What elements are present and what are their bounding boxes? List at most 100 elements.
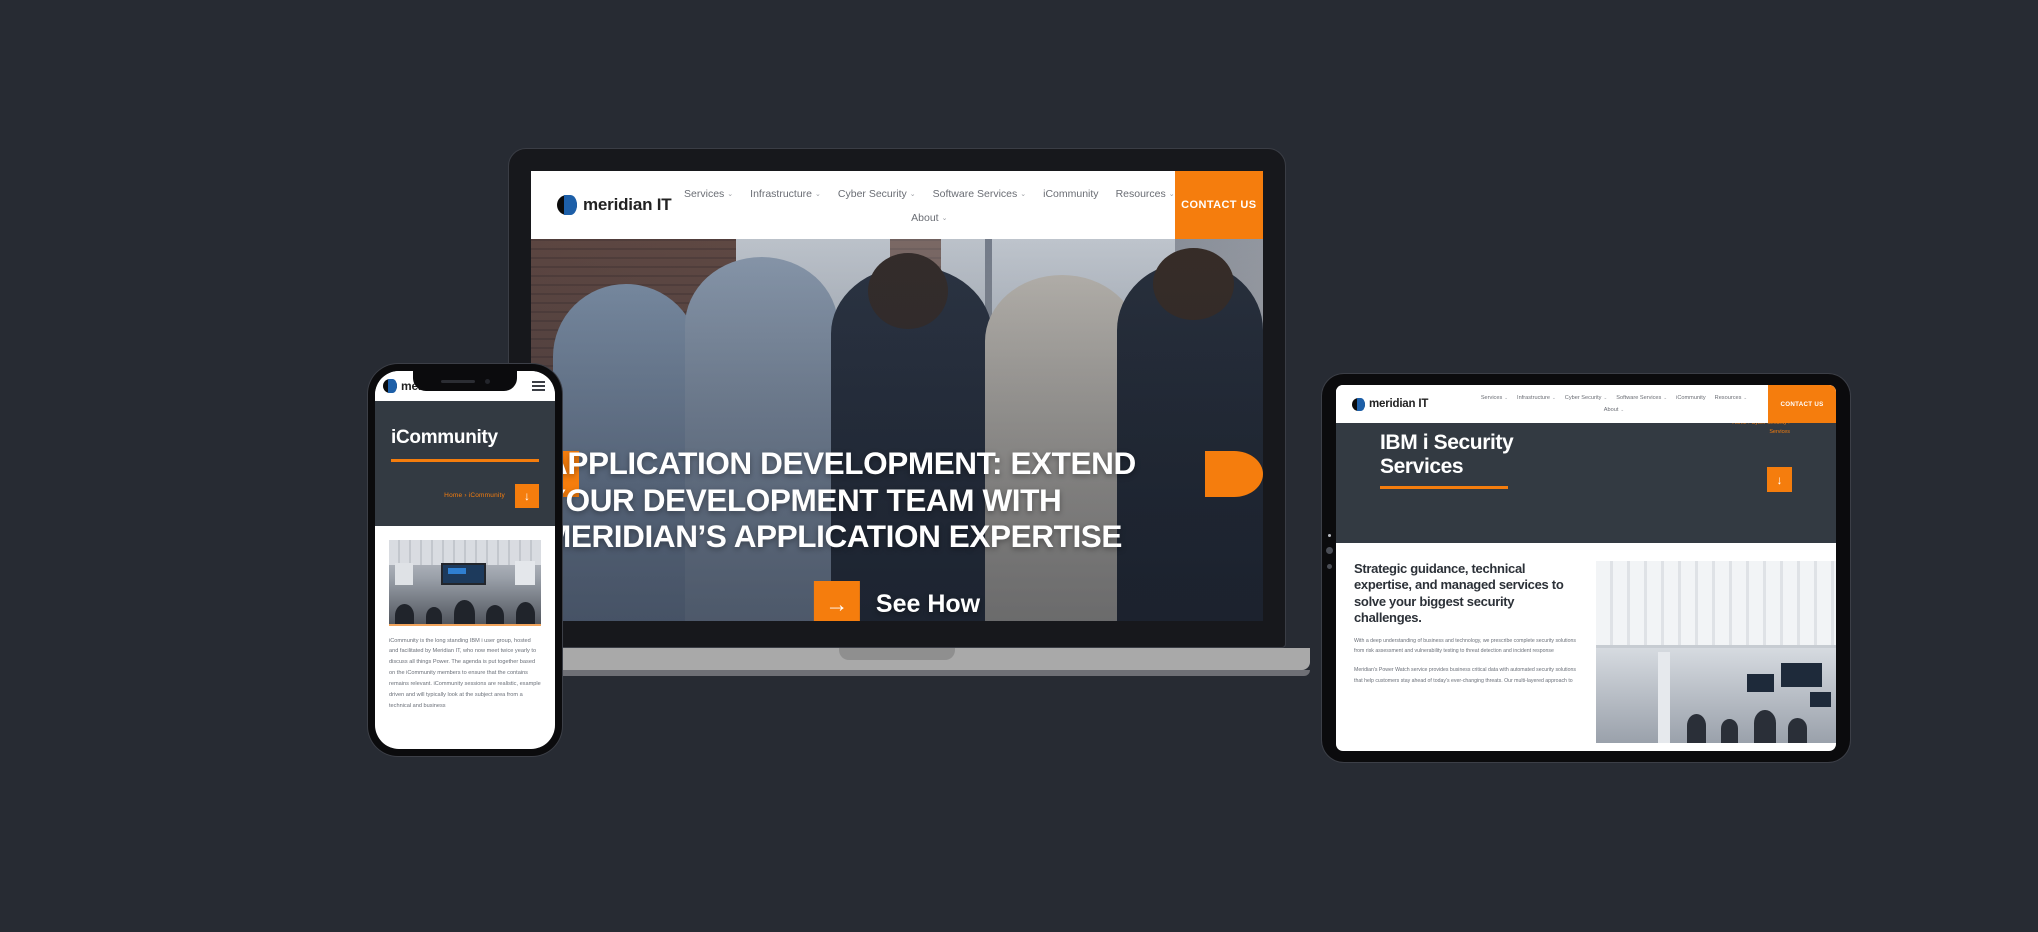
tablet-paragraph-1: With a deep understanding of business an… (1354, 637, 1576, 654)
nav-item-cyber-security[interactable]: Cyber Security ⌄ (838, 188, 916, 200)
laptop-screen: meridian IT Services ⌄ Infrastructure ⌄ Cy… (531, 171, 1263, 621)
photo-panel-left (395, 563, 414, 585)
arrow-down-icon[interactable]: ↓ (1767, 467, 1792, 492)
nav-row-primary: Services ⌄ Infrastructure ⌄ Cyber Security… (684, 188, 1175, 200)
nav-item-software-services[interactable]: Software Services ⌄ (933, 188, 1027, 200)
tablet-device-mockup: meridian IT Services ⌄ Infrastructure ⌄ Cy… (1322, 374, 1850, 762)
contact-us-button[interactable]: CONTACT US (1174, 171, 1263, 239)
arrow-down-icon[interactable]: ↓ (515, 483, 539, 508)
phone-hero: iCommunity Home › iCommunity ↓ (375, 401, 555, 526)
nav-label: Cyber Security (837, 188, 907, 200)
canvas: meridian IT Services ⌄ Infrastructure ⌄ Cy… (0, 0, 2038, 932)
nav-item-infrastructure[interactable]: Infrastructure ⌄ (750, 188, 821, 200)
nav-label: Resources (1115, 188, 1166, 200)
photo-panel-right (515, 561, 535, 585)
nav-label: About (911, 212, 939, 224)
nav-label: iCommunity (1043, 188, 1099, 200)
nav-row-secondary: About ⌄ (1604, 407, 1624, 413)
arrow-right-icon[interactable]: → (813, 581, 860, 621)
tablet-sensor-cluster (1326, 534, 1333, 569)
tablet-screen: meridian IT Services ⌄ Infrastructure ⌄ Cy… (1336, 385, 1836, 751)
see-how-cta[interactable]: → See How (813, 581, 981, 621)
phone-content-section: iCommunity is the long standing IBM i us… (375, 525, 555, 712)
photo-monitor (1809, 692, 1832, 707)
breadcrumb-line-2: Services (1769, 429, 1790, 436)
tablet-nav-links: Services ⌄ Infrastructure ⌄ Cyber Security… (1460, 385, 1768, 423)
tablet-logo[interactable]: meridian IT (1336, 385, 1460, 423)
tablet-paragraph-2: Meridian's Power Watch service provides … (1354, 667, 1576, 684)
nav-row-primary: Services ⌄ Infrastructure ⌄ Cyber Security… (1481, 395, 1747, 401)
brand-name: meridian IT (583, 195, 672, 214)
speaker-icon (440, 379, 475, 383)
nav-item-services[interactable]: Services ⌄ (684, 188, 733, 200)
nav-label: Services (684, 188, 725, 200)
title-underline (391, 459, 539, 462)
laptop-nav-links: Services ⌄ Infrastructure ⌄ Cyber Security… (684, 171, 1175, 239)
meridian-circle-logo-icon (557, 195, 577, 215)
chevron-down-icon: ⌄ (909, 191, 916, 198)
photo-column (1658, 652, 1671, 743)
laptop-logo[interactable]: meridian IT (531, 171, 684, 239)
photo-audience-head (394, 603, 415, 624)
photo-monitor (1747, 673, 1774, 693)
photo-ceiling-beam (1596, 644, 1836, 648)
breadcrumb[interactable]: Home › iCommunity (444, 492, 505, 499)
chevron-down-icon: ⌄ (1552, 395, 1556, 400)
nav-label: Software Services (932, 188, 1018, 200)
nav-item-about[interactable]: About ⌄ (911, 212, 947, 224)
photo-monitor (1780, 662, 1822, 687)
laptop-device-mockup: meridian IT Services ⌄ Infrastructure ⌄ Cy… (484, 148, 1310, 693)
nav-item-infrastructure[interactable]: Infrastructure ⌄ (1517, 395, 1556, 401)
laptop-foot (484, 670, 1310, 676)
hero-headline: APPLICATION DEVELOPMENT: EXTEND YOUR DEV… (545, 445, 1249, 555)
nav-label: Services (1480, 395, 1503, 401)
tablet-page-title: IBM i Security Services (1336, 431, 1836, 478)
phone-notch (413, 371, 517, 391)
nav-item-icommunity[interactable]: iCommunity (1043, 188, 1098, 200)
nav-item-resources[interactable]: Resources ⌄ (1116, 188, 1175, 200)
see-how-label: See How (875, 589, 981, 618)
sensor-icon (1326, 547, 1333, 554)
photo-ceiling (1596, 561, 1836, 649)
nav-label: iCommunity (1676, 395, 1706, 401)
nav-label: Software Services (1616, 395, 1662, 401)
meridian-circle-logo-icon (383, 379, 397, 393)
hero-headline-line-3: MERIDIAN’S APPLICATION EXPERTISE (545, 518, 1123, 555)
hamburger-menu-icon[interactable] (532, 380, 545, 392)
photo-projector-screen (440, 563, 487, 585)
nav-item-resources[interactable]: Resources ⌄ (1715, 395, 1748, 401)
photo-audience-head (515, 602, 536, 624)
phone-body: meridian IT iCommunity Home › iCommunity… (368, 364, 562, 756)
photo-person (1720, 719, 1738, 743)
burger-line (532, 380, 545, 383)
chevron-down-icon: ⌄ (941, 215, 948, 222)
nav-item-software-services[interactable]: Software Services ⌄ (1616, 395, 1667, 401)
sensor-icon (1327, 564, 1332, 569)
nav-item-about[interactable]: About ⌄ (1604, 407, 1624, 413)
chevron-down-icon: ⌄ (1504, 395, 1509, 400)
nav-item-services[interactable]: Services ⌄ (1481, 395, 1508, 401)
open-plan-office-photo (1596, 561, 1836, 743)
phone-screen: meridian IT iCommunity Home › iCommunity… (375, 371, 555, 749)
nav-label: Infrastructure (750, 188, 813, 200)
nav-item-icommunity[interactable]: iCommunity (1676, 395, 1706, 401)
photo-person (1788, 717, 1808, 743)
nav-row-secondary: About ⌄ (911, 212, 947, 224)
contact-us-button[interactable]: CONTACT US (1768, 385, 1836, 423)
laptop-lid: meridian IT Services ⌄ Infrastructure ⌄ Cy… (508, 148, 1286, 648)
laptop-hero-carousel: APPLICATION DEVELOPMENT: EXTEND YOUR DEV… (531, 239, 1263, 621)
photo-audience-head (453, 600, 475, 624)
camera-icon (1328, 534, 1331, 537)
photo-audience-head (486, 605, 505, 624)
nav-item-cyber-security[interactable]: Cyber Security ⌄ (1565, 395, 1607, 401)
chevron-down-icon: ⌄ (815, 191, 821, 198)
chevron-down-icon: ⌄ (1620, 407, 1625, 412)
chevron-down-icon: ⌄ (1603, 395, 1608, 400)
photo-person (1754, 710, 1776, 743)
tablet-section-heading: Strategic guidance, technical expertise,… (1354, 561, 1564, 626)
laptop-site-header: meridian IT Services ⌄ Infrastructure ⌄ Cy… (531, 171, 1263, 239)
chevron-down-icon: ⌄ (1020, 191, 1027, 198)
photo-audience-head (425, 606, 443, 624)
tablet-body: meridian IT Services ⌄ Infrastructure ⌄ Cy… (1322, 374, 1850, 762)
tablet-content-section: Strategic guidance, technical expertise,… (1336, 543, 1836, 743)
